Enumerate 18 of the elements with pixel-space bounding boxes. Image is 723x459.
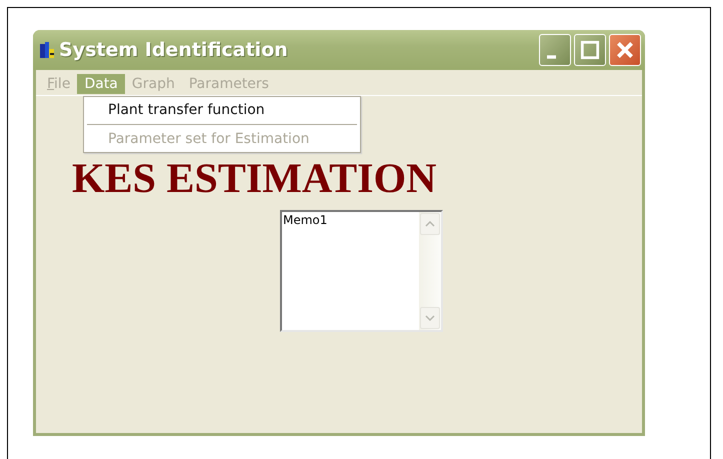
scrollbar[interactable] [419,212,441,330]
memo-field[interactable]: Memo1 [280,210,443,332]
scroll-up-button[interactable] [420,213,440,235]
maximize-button[interactable] [574,34,606,66]
scroll-down-button[interactable] [420,307,440,329]
minimize-icon [546,55,556,59]
close-icon [614,39,636,61]
menu-item[interactable]: Data [77,74,125,94]
maximize-icon [579,39,601,61]
window-title: System Identification [59,39,289,61]
chevron-up-icon [425,221,435,227]
close-button[interactable] [609,34,641,66]
menu-item[interactable]: Plant transfer function [84,99,360,121]
chevron-down-icon [425,315,435,321]
memo-text: Memo1 [282,212,328,228]
minimize-button[interactable] [539,34,571,66]
heading: KES ESTIMATION [72,158,438,200]
app-icon [39,41,55,59]
